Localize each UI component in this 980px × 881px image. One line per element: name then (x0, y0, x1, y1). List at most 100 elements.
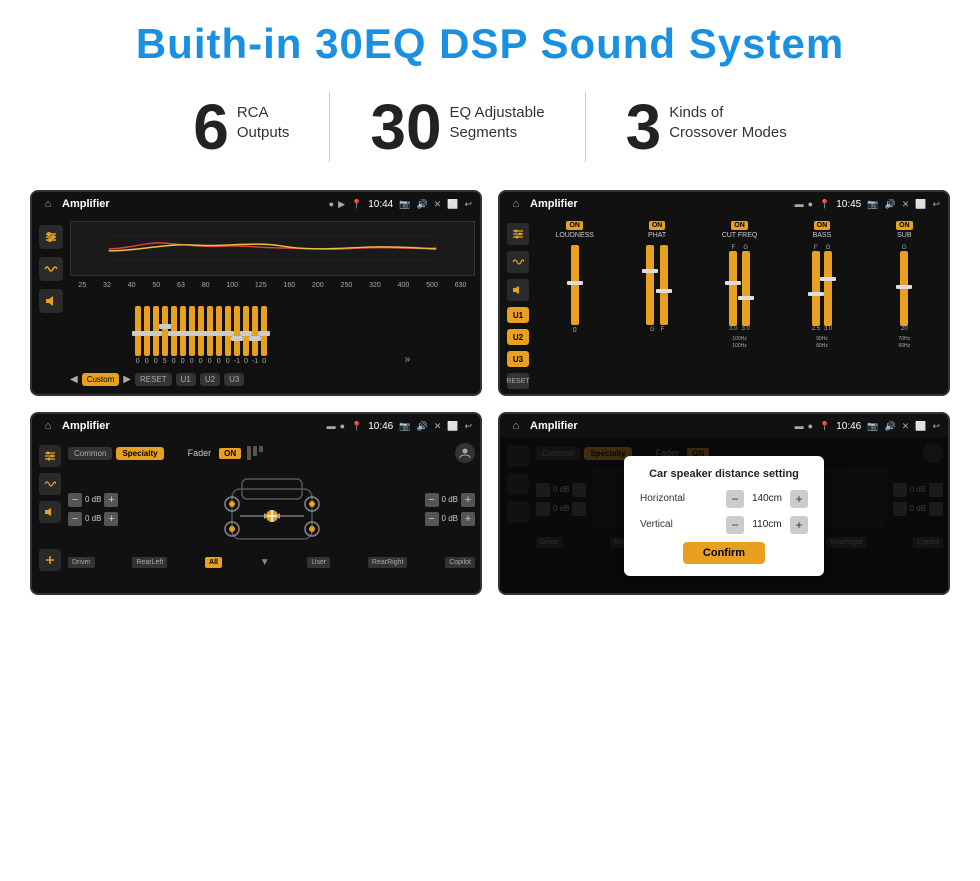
fader-driver-btn[interactable]: Driver (68, 557, 95, 568)
eq-freq-labels: 25 32 40 50 63 80 100 125 160 200 250 32… (70, 280, 475, 291)
eq-slider-7[interactable]: 0 (198, 306, 204, 365)
dot-icon: ● (329, 199, 334, 209)
fd-speaker-btn[interactable] (39, 501, 61, 523)
cutfreq-on[interactable]: ON (731, 221, 748, 230)
home-icon-2[interactable]: ⌂ (508, 196, 524, 212)
eq-slider-0[interactable]: 0 (135, 306, 141, 365)
cutfreq-g-slider[interactable] (742, 251, 750, 326)
fader-profile-icon[interactable] (455, 443, 475, 463)
fader-all-btn[interactable]: All (205, 557, 222, 568)
dialog-vertical-minus[interactable]: − (726, 516, 744, 534)
eq-slider-14[interactable]: 0 (261, 306, 267, 365)
crossover-left-controls: U1 U2 U3 RESET (505, 221, 531, 389)
eq-reset-btn[interactable]: RESET (135, 373, 172, 386)
fader-controls-area: − 0 dB + − 0 dB + (68, 469, 475, 549)
eq-custom-btn[interactable]: Custom (82, 373, 120, 386)
eq-slider-1[interactable]: 0 (144, 306, 150, 365)
home-icon-4[interactable]: ⌂ (508, 418, 524, 434)
xo-wave-btn[interactable] (507, 251, 529, 273)
crossover-status-title: Amplifier (530, 198, 789, 210)
fd-expand-btn[interactable] (39, 549, 61, 571)
bass-label: BASS (813, 232, 832, 239)
eq-slider-5[interactable]: 0 (180, 306, 186, 365)
xo-vol-btn[interactable] (507, 279, 529, 301)
fader-minus-4[interactable]: − (425, 512, 439, 526)
bass-g-slider[interactable] (824, 251, 832, 326)
bass-f-slider[interactable] (812, 251, 820, 326)
dialog-horizontal-value: 140cm (748, 493, 786, 504)
sub-g-slider[interactable] (900, 251, 908, 326)
xo-filter-btn[interactable] (507, 223, 529, 245)
fader-user-btn[interactable]: User (307, 557, 330, 568)
fader-status-icons: ▬ ● (327, 421, 345, 431)
eq-next-btn[interactable]: ▶ (123, 374, 131, 385)
dot4-icon: ● (808, 421, 813, 431)
eq-wave-btn[interactable] (39, 257, 63, 281)
eq-more-icon[interactable]: » (401, 354, 411, 365)
eq-speaker-btn[interactable] (39, 289, 63, 313)
vol-icon-2: 🔊 (884, 199, 895, 210)
fader-minus-1[interactable]: − (68, 493, 82, 507)
bass-on[interactable]: ON (814, 221, 831, 230)
fader-plus-4[interactable]: + (461, 512, 475, 526)
dialog-vertical-value: 110cm (748, 519, 786, 530)
xo-u1-btn[interactable]: U1 (507, 307, 529, 323)
eq-slider-8[interactable]: 0 (207, 306, 213, 365)
fader-minus-2[interactable]: − (68, 512, 82, 526)
fader-tabs: Common Specialty Fader ON (68, 443, 475, 463)
dialog-time: 10:46 (836, 421, 861, 432)
dialog-status-title: Amplifier (530, 420, 789, 432)
eq-u2-btn[interactable]: U2 (200, 373, 220, 386)
cutfreq-f-slider[interactable] (729, 251, 737, 326)
page-container: Buith-in 30EQ DSP Sound System 6 RCAOutp… (0, 0, 980, 615)
eq-slider-2[interactable]: 0 (153, 306, 159, 365)
sub-on[interactable]: ON (896, 221, 913, 230)
home-icon[interactable]: ⌂ (40, 196, 56, 212)
phat-on[interactable]: ON (649, 221, 666, 230)
camera-icon-2: 📷 (867, 199, 878, 210)
home-icon-3[interactable]: ⌂ (40, 418, 56, 434)
fader-right-db: − 0 dB + − 0 dB + (425, 493, 475, 526)
fader-specialty-tab[interactable]: Specialty (116, 447, 163, 460)
xo-reset-btn[interactable]: RESET (507, 373, 529, 389)
fader-plus-3[interactable]: + (461, 493, 475, 507)
eq-slider-11[interactable]: -1 (234, 306, 240, 365)
dialog-vertical-controls: − 110cm + (726, 516, 808, 534)
fader-minus-3[interactable]: − (425, 493, 439, 507)
phat-slider-1[interactable] (646, 245, 654, 325)
eq-slider-6[interactable]: 0 (189, 306, 195, 365)
loudness-slider[interactable] (571, 245, 579, 325)
eq-slider-10[interactable]: 0 (225, 306, 231, 365)
confirm-button[interactable]: Confirm (683, 542, 765, 564)
dialog-vertical-plus[interactable]: + (790, 516, 808, 534)
eq-slider-3[interactable]: 5 (162, 306, 168, 365)
eq-u3-btn[interactable]: U3 (224, 373, 244, 386)
eq-sliders-row: 0 0 (70, 295, 475, 365)
fader-rearleft-btn[interactable]: RearLeft (132, 557, 167, 568)
fd-wave-btn[interactable] (39, 473, 61, 495)
eq-filter-btn[interactable] (39, 225, 63, 249)
eq-slider-9[interactable]: 0 (216, 306, 222, 365)
pin-icon-4: 📍 (819, 421, 830, 432)
fader-copilot-btn[interactable]: Copilot (445, 557, 475, 568)
eq-u1-btn[interactable]: U1 (176, 373, 196, 386)
eq-slider-4[interactable]: 0 (171, 306, 177, 365)
loudness-on[interactable]: ON (566, 221, 583, 230)
pin-icon-3: 📍 (351, 421, 362, 432)
stat-eq-number: 30 (370, 95, 441, 159)
dialog-horizontal-minus[interactable]: − (726, 490, 744, 508)
dialog-horizontal-plus[interactable]: + (790, 490, 808, 508)
xo-u2-btn[interactable]: U2 (507, 329, 529, 345)
fader-plus-2[interactable]: + (104, 512, 118, 526)
fader-on-badge[interactable]: ON (219, 448, 241, 459)
eq-slider-12[interactable]: 0 (243, 306, 249, 365)
fader-rearright-btn[interactable]: RearRight (368, 557, 408, 568)
phat-slider-2[interactable] (660, 245, 668, 325)
eq-main: 25 32 40 50 63 80 100 125 160 200 250 32… (70, 221, 475, 388)
stat-crossover: 3 Kinds ofCrossover Modes (586, 95, 827, 159)
eq-prev-btn[interactable]: ◀ (70, 374, 78, 385)
xo-u3-btn[interactable]: U3 (507, 351, 529, 367)
fader-plus-1[interactable]: + (104, 493, 118, 507)
fader-common-tab[interactable]: Common (68, 447, 112, 460)
fd-filter-btn[interactable] (39, 445, 61, 467)
